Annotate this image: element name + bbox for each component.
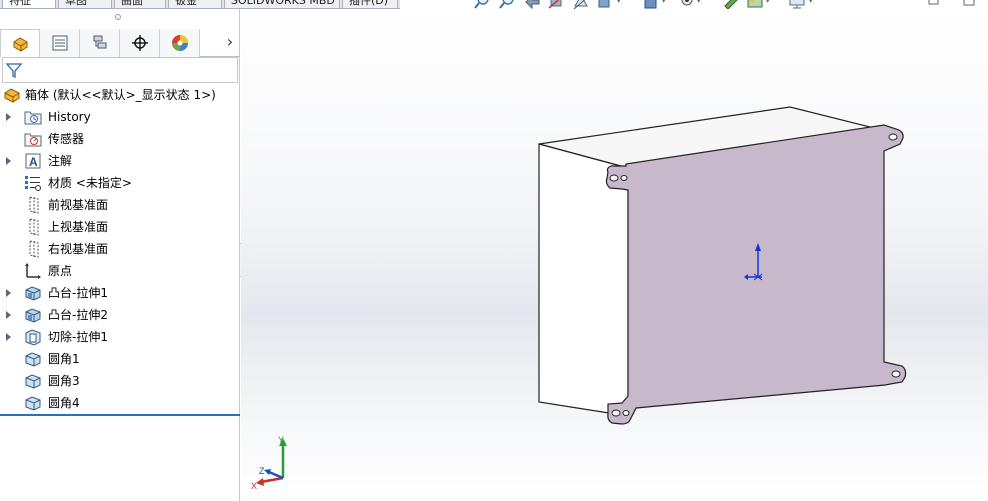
- tree-root-part[interactable]: 箱体 (默认<<默认>_显示状态 1>): [0, 84, 238, 106]
- tree-item-label: 原点: [48, 264, 73, 278]
- svg-text:A: A: [29, 155, 38, 169]
- tree-item-top-plane[interactable]: 上视基准面: [0, 216, 238, 238]
- expand-arrow-icon[interactable]: [6, 113, 11, 121]
- tab-addins[interactable]: 插件(D): [342, 0, 398, 8]
- tab-sketch[interactable]: 草图: [58, 0, 112, 8]
- manager-tabs: ›: [0, 29, 240, 57]
- plane-icon: [29, 218, 39, 236]
- expand-arrow-icon[interactable]: [6, 333, 11, 341]
- extrude-cut-icon: [25, 329, 41, 346]
- selected-front-face: [605, 124, 907, 425]
- tree-item-fillet3[interactable]: 圆角3: [0, 370, 238, 392]
- history-folder-icon: [24, 111, 42, 125]
- extrude-boss-icon: [25, 286, 41, 301]
- tab-surfaces[interactable]: 曲面: [114, 0, 166, 8]
- tree-item-label: 圆角1: [48, 352, 80, 366]
- tree-item-label: 凸台-拉伸2: [48, 308, 108, 322]
- propertymanager-tab-icon[interactable]: [40, 29, 80, 57]
- tree-filter[interactable]: [2, 57, 238, 83]
- expand-arrow-icon[interactable]: [6, 157, 11, 165]
- tree-item-label: 传感器: [48, 132, 85, 146]
- mount-hole: [611, 409, 621, 417]
- tab-mbd[interactable]: SOLIDWORKS MBD: [224, 0, 340, 8]
- tree-item-label: 圆角3: [48, 374, 80, 388]
- view-settings-caret-icon[interactable]: ▼: [808, 0, 815, 4]
- tree-item-history[interactable]: History: [0, 106, 238, 128]
- tree-item-origin[interactable]: 原点: [0, 260, 238, 282]
- command-manager-tabs: 特征 草图 曲面 钣金 SOLIDWORKS MBD 插件(D): [0, 0, 400, 9]
- mount-hole: [891, 370, 901, 378]
- fillet-icon: [25, 374, 41, 389]
- view-orientation-caret-icon[interactable]: ▼: [616, 0, 623, 4]
- tree-item-label: 圆角4: [48, 396, 80, 410]
- extrude-boss-icon: [25, 308, 41, 323]
- configurationmanager-tab-icon[interactable]: [80, 29, 120, 57]
- feature-manager-panel: › 箱体 (默认<<默认>_显示状态 1>) History 传感器 A 注解 …: [0, 9, 240, 501]
- tree-item-fillet4[interactable]: 圆角4: [0, 392, 238, 414]
- triad-x-label: X: [251, 481, 257, 490]
- tab-sheet-metal[interactable]: 钣金: [168, 0, 222, 8]
- displaymanager-tab-icon[interactable]: [160, 29, 200, 57]
- mount-hole: [622, 410, 630, 416]
- tree-item-label: 右视基准面: [48, 242, 109, 256]
- sensor-icon: [24, 133, 42, 147]
- material-icon: [25, 176, 41, 191]
- tree-item-boss-extrude2[interactable]: 凸台-拉伸2: [0, 304, 238, 326]
- tree-item-label: 前视基准面: [48, 198, 109, 212]
- plane-icon: [29, 196, 39, 214]
- reference-triad-icon: Y X Z: [251, 435, 287, 490]
- model-view[interactable]: [241, 9, 988, 501]
- dimxpert-tab-icon[interactable]: [120, 29, 160, 57]
- part-icon: [4, 88, 20, 103]
- tree-item-sensors[interactable]: 传感器: [0, 128, 238, 150]
- close-window-icon[interactable]: [962, 0, 976, 8]
- restore-window-icon[interactable]: [926, 0, 940, 8]
- apply-scene-caret-icon[interactable]: ▼: [765, 0, 772, 4]
- tree-root-label: 箱体 (默认<<默认>_显示状态 1>): [25, 88, 216, 102]
- solidworks-window: 特征 草图 曲面 钣金 SOLIDWORKS MBD 插件(D) ▼ ▼ ▼ ▼…: [0, 0, 988, 501]
- triad-y-label: Y: [278, 435, 284, 445]
- tree-item-label: 材质 <未指定>: [48, 176, 132, 190]
- tree-item-annotations[interactable]: A 注解: [0, 150, 238, 172]
- expand-arrow-icon[interactable]: [6, 289, 11, 297]
- mount-hole: [888, 133, 898, 141]
- mount-hole: [609, 174, 619, 182]
- tree-item-label: 切除-拉伸1: [48, 330, 108, 344]
- panel-split-handle[interactable]: [115, 14, 121, 20]
- rollback-bar[interactable]: [0, 414, 240, 416]
- expand-arrow-icon[interactable]: [6, 311, 11, 319]
- tab-features[interactable]: 特征: [2, 0, 56, 8]
- tree-item-label: 注解: [48, 154, 73, 168]
- origin-icon: [25, 263, 41, 279]
- mount-hole: [620, 175, 628, 181]
- fillet-icon: [25, 352, 41, 367]
- tree-item-label: History: [48, 110, 91, 124]
- filter-icon[interactable]: [5, 61, 23, 79]
- tree-item-boss-extrude1[interactable]: 凸台-拉伸1: [0, 282, 238, 304]
- annotations-icon: A: [25, 153, 41, 169]
- featuremanager-tab-icon[interactable]: [0, 29, 40, 57]
- plane-icon: [29, 240, 39, 258]
- fillet-icon: [25, 396, 41, 411]
- triad-z-label: Z: [259, 466, 265, 476]
- tree-item-fillet1[interactable]: 圆角1: [0, 348, 238, 370]
- display-style-caret-icon[interactable]: ▼: [661, 0, 668, 4]
- hide-show-caret-icon[interactable]: ▼: [696, 0, 703, 4]
- tree-item-label: 上视基准面: [48, 220, 109, 234]
- graphics-area[interactable]: Y X Z: [241, 9, 988, 501]
- chevron-right-icon[interactable]: ›: [223, 34, 237, 52]
- tree-item-front-plane[interactable]: 前视基准面: [0, 194, 238, 216]
- tree-item-cut-extrude1[interactable]: 切除-拉伸1: [0, 326, 238, 348]
- tree-item-label: 凸台-拉伸1: [48, 286, 108, 300]
- tree-item-right-plane[interactable]: 右视基准面: [0, 238, 238, 260]
- tree-item-material[interactable]: 材质 <未指定>: [0, 172, 238, 194]
